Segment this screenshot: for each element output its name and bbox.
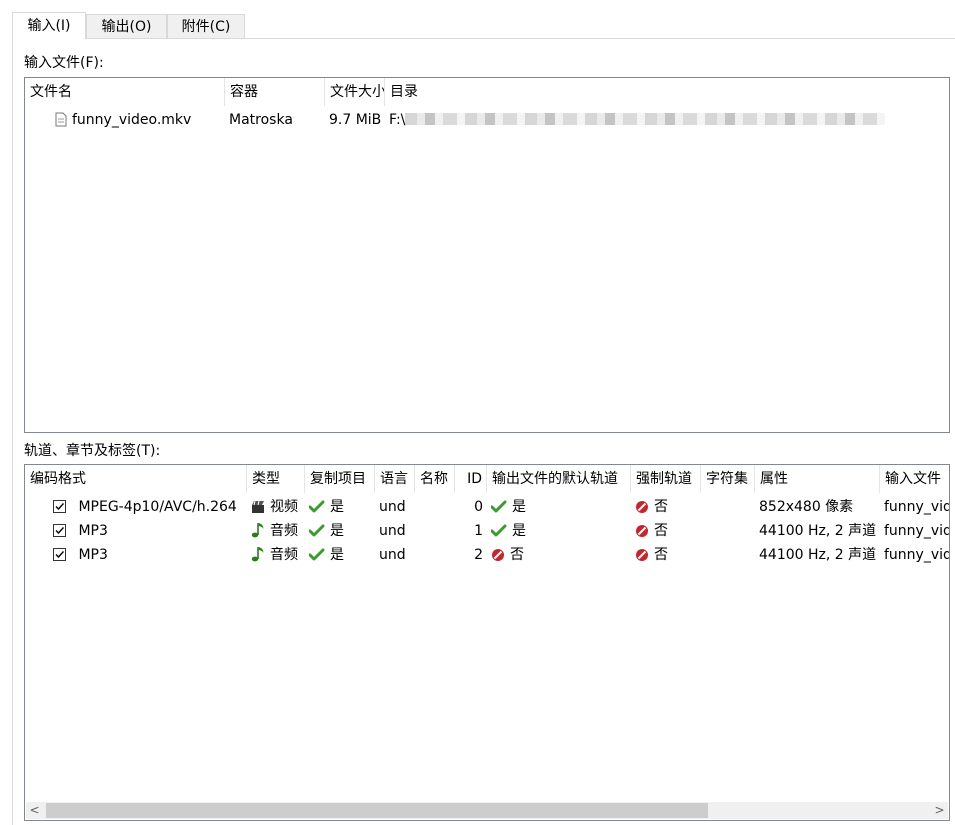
input-files-label: 输入文件(F):	[24, 55, 104, 71]
col-codec[interactable]: 编码格式	[25, 465, 247, 493]
track-row[interactable]: MPEG-4p10/AVC/h.264 视频 是 und 0 是 否 852x4…	[25, 495, 949, 519]
scroll-left-arrow[interactable]: <	[26, 802, 43, 819]
scroll-thumb[interactable]	[46, 803, 708, 818]
music-note-icon	[251, 522, 265, 543]
track-type: 音频	[270, 523, 298, 539]
track-charset	[701, 543, 755, 567]
col-default-track[interactable]: 输出文件的默认轨道	[487, 465, 631, 493]
file-icon	[55, 111, 67, 132]
col-properties[interactable]: 属性	[755, 465, 880, 493]
track-language: und	[379, 523, 406, 539]
col-id[interactable]: ID	[455, 465, 487, 493]
track-copy: 是	[330, 547, 344, 563]
check-icon	[308, 498, 325, 519]
track-checkbox[interactable]	[53, 524, 66, 537]
tab-input[interactable]: 输入(I)	[12, 12, 86, 39]
track-row[interactable]: MP3 音频 是 und 2 否 否 44100 Hz, 2 声道 funny_…	[25, 543, 949, 567]
col-type[interactable]: 类型	[247, 465, 305, 493]
no-icon	[491, 546, 505, 567]
track-language: und	[379, 499, 406, 515]
track-forced: 否	[654, 547, 668, 563]
col-filename[interactable]: 文件名	[25, 78, 225, 106]
tracks-list[interactable]: 编码格式 类型 复制项目 语言 名称 ID 输出文件的默认轨道 强制轨道 字符集…	[24, 464, 950, 821]
check-icon	[308, 546, 325, 567]
col-container[interactable]: 容器	[225, 78, 325, 106]
file-directory: F:\	[385, 108, 949, 132]
track-forced: 否	[654, 499, 668, 515]
track-name	[415, 495, 455, 519]
track-codec: MP3	[78, 523, 108, 539]
tracks-label: 轨道、章节及标签(T):	[24, 443, 161, 459]
track-name	[415, 543, 455, 567]
input-files-list[interactable]: 文件名 容器 文件大小 目录 funny_video.mkv Matroska …	[24, 77, 950, 433]
track-copy: 是	[330, 523, 344, 539]
track-checkbox[interactable]	[53, 548, 66, 561]
track-default: 是	[512, 499, 526, 515]
directory-text: F:\	[389, 112, 406, 128]
track-input-file: funny_video.mkv	[884, 523, 949, 539]
track-forced: 否	[654, 523, 668, 539]
track-charset	[701, 495, 755, 519]
track-properties: 44100 Hz, 2 声道	[759, 523, 877, 539]
check-icon	[490, 522, 507, 543]
track-type: 视频	[270, 499, 298, 515]
track-id: 0	[474, 499, 483, 515]
track-codec: MP3	[78, 547, 108, 563]
track-type: 音频	[270, 547, 298, 563]
no-icon	[635, 522, 649, 543]
tab-bar: 输入(I) 输出(O) 附件(C)	[12, 12, 955, 39]
tab-output[interactable]: 输出(O)	[86, 14, 167, 38]
file-size: 9.7 MiB	[329, 112, 382, 128]
col-copy[interactable]: 复制项目	[305, 465, 375, 493]
film-icon	[251, 498, 265, 519]
track-input-file: funny_video.mkv	[884, 499, 949, 515]
no-icon	[635, 498, 649, 519]
no-icon	[635, 546, 649, 567]
track-checkbox[interactable]	[53, 500, 66, 513]
music-note-icon	[251, 546, 265, 567]
track-name	[415, 519, 455, 543]
file-row[interactable]: funny_video.mkv Matroska 9.7 MiB F:\	[25, 108, 949, 132]
track-properties: 44100 Hz, 2 声道	[759, 547, 877, 563]
col-language[interactable]: 语言	[375, 465, 415, 493]
track-input-file: funny_video.mkv	[884, 547, 949, 563]
scroll-right-arrow[interactable]: >	[931, 802, 948, 819]
track-id: 1	[474, 523, 483, 539]
track-copy: 是	[330, 499, 344, 515]
file-container: Matroska	[229, 112, 293, 128]
track-default: 是	[512, 523, 526, 539]
col-name[interactable]: 名称	[415, 465, 455, 493]
col-filesize[interactable]: 文件大小	[325, 78, 385, 106]
check-icon	[490, 498, 507, 519]
track-row[interactable]: MP3 音频 是 und 1 是 否 44100 Hz, 2 声道 funny_…	[25, 519, 949, 543]
col-forced-track[interactable]: 强制轨道	[631, 465, 701, 493]
check-icon	[308, 522, 325, 543]
col-directory[interactable]: 目录	[385, 78, 949, 106]
track-language: und	[379, 547, 406, 563]
track-default: 否	[510, 547, 524, 563]
tab-attachments[interactable]: 附件(C)	[167, 14, 245, 38]
track-codec: MPEG-4p10/AVC/h.264	[78, 499, 237, 515]
track-id: 2	[474, 547, 483, 563]
file-name: funny_video.mkv	[72, 112, 192, 128]
track-properties: 852x480 像素	[759, 499, 854, 515]
track-charset	[701, 519, 755, 543]
col-input-file[interactable]: 输入文件	[880, 465, 949, 493]
horizontal-scrollbar[interactable]: < >	[26, 802, 948, 819]
col-charset[interactable]: 字符集	[701, 465, 755, 493]
redacted-path	[405, 113, 886, 125]
